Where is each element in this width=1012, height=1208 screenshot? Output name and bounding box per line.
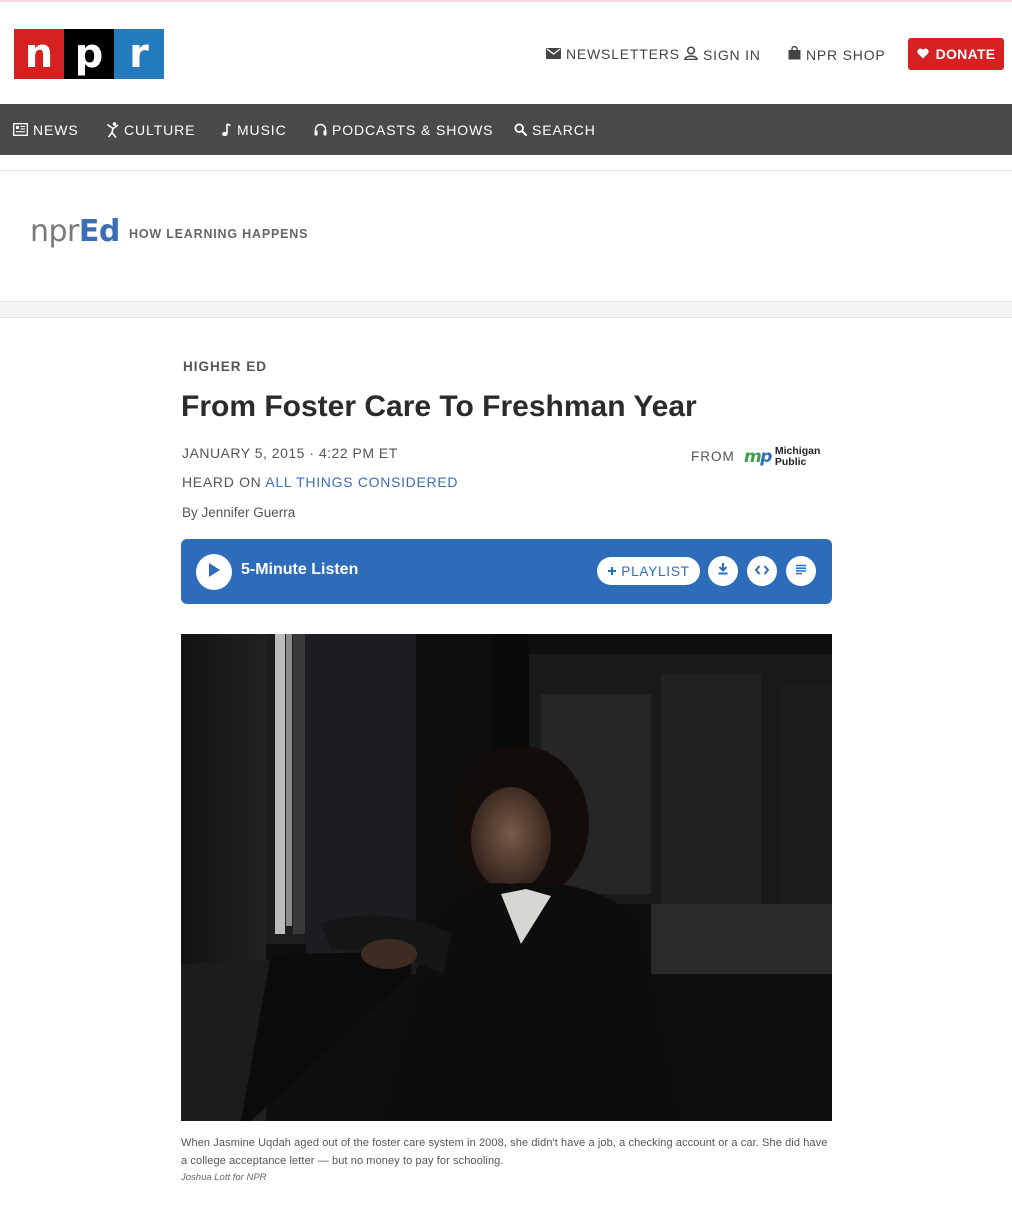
logo-letter-p: p: [64, 29, 114, 79]
donate-button[interactable]: DONATE: [908, 38, 1004, 70]
michigan-public-mark: mp: [744, 446, 772, 467]
transcript-icon: [795, 562, 807, 580]
play-button[interactable]: [196, 554, 232, 590]
newspaper-icon: [13, 123, 28, 136]
headphones-icon: [314, 123, 327, 136]
main-navigation: NEWS CULTURE MUSIC PODCASTS & SHOWS SEAR…: [0, 104, 1012, 155]
show-link[interactable]: ALL THINGS CONSIDERED: [265, 474, 458, 490]
download-button[interactable]: [708, 556, 738, 586]
transcript-button[interactable]: [786, 556, 816, 586]
nav-item-news[interactable]: NEWS: [13, 104, 79, 155]
npr-shop-link[interactable]: NPR SHOP: [788, 45, 886, 63]
plus-icon: [607, 564, 617, 579]
envelope-icon: [546, 46, 561, 62]
nav-label-music: MUSIC: [237, 121, 287, 138]
article-slug[interactable]: HIGHER ED: [183, 359, 267, 374]
article-title: From Foster Care To Freshman Year: [181, 390, 697, 423]
nav-label-search: SEARCH: [532, 121, 596, 138]
listen-duration-label: 5-Minute Listen: [241, 561, 359, 578]
npr-shop-label: NPR SHOP: [806, 46, 886, 63]
npr-ed-logo-prefix: npr: [30, 214, 79, 249]
michigan-public-name: Michigan Public: [774, 445, 821, 469]
sign-in-link[interactable]: SIGN IN: [684, 46, 761, 63]
playlist-label: PLAYLIST: [621, 563, 690, 579]
audio-player: 5-Minute Listen PLAYLIST: [181, 539, 832, 604]
section-divider-band: [0, 301, 1012, 318]
station-name-line2: Public: [774, 456, 807, 469]
nav-item-podcasts-shows[interactable]: PODCASTS & SHOWS: [314, 104, 493, 155]
logo-letter-r: r: [114, 29, 164, 79]
logo-letter-n: n: [14, 29, 64, 79]
shopping-bag-icon: [788, 45, 801, 63]
embed-button[interactable]: [747, 556, 777, 586]
photo-credit: Joshua Lott for NPR: [181, 1172, 267, 1183]
sign-in-label: SIGN IN: [703, 46, 761, 63]
download-icon: [717, 562, 729, 580]
npr-logo[interactable]: n p r: [14, 29, 164, 79]
nav-item-search[interactable]: SEARCH: [514, 104, 596, 155]
newsletters-link[interactable]: NEWSLETTERS: [546, 46, 680, 62]
donate-label: DONATE: [935, 46, 996, 62]
from-label: FROM: [691, 449, 735, 464]
nav-item-culture[interactable]: CULTURE: [107, 104, 195, 155]
npr-ed-logo-suffix: Ed: [78, 214, 120, 249]
article-date: JANUARY 5, 2015 · 4:22 PM ET: [182, 445, 398, 461]
music-note-icon: [221, 122, 232, 137]
divider: [0, 170, 1012, 171]
nav-label-culture: CULTURE: [124, 121, 196, 138]
site-header: n p r NEWSLETTERS SIGN IN NPR SHOP DONAT…: [0, 2, 1012, 104]
play-icon: [207, 562, 221, 583]
nav-label-podcasts-shows: PODCASTS & SHOWS: [332, 121, 494, 138]
npr-ed-logo[interactable]: npr Ed: [30, 214, 120, 249]
search-icon: [514, 123, 527, 136]
byline-prefix: By: [182, 505, 202, 520]
photo-caption: When Jasmine Uqdah aged out of the foste…: [181, 1137, 828, 1167]
heard-on-prefix: HEARD ON: [182, 474, 266, 490]
newsletters-label: NEWSLETTERS: [566, 46, 680, 62]
author-link[interactable]: Jennifer Guerra: [202, 505, 296, 520]
byline: By Jennifer Guerra: [182, 505, 295, 520]
photo-portrait-image: [181, 634, 832, 1121]
nav-item-music[interactable]: MUSIC: [221, 104, 287, 155]
embed-code-icon: [754, 562, 770, 580]
article-photo[interactable]: [181, 634, 832, 1121]
section-tagline: HOW LEARNING HAPPENS: [129, 227, 309, 241]
nav-label-news: NEWS: [33, 121, 79, 138]
michigan-public-logo[interactable]: mp Michigan Public: [744, 445, 821, 469]
dancer-icon: [107, 121, 119, 138]
user-icon: [684, 46, 698, 63]
add-to-playlist-button[interactable]: PLAYLIST: [597, 557, 700, 585]
heart-icon: [916, 46, 929, 62]
heard-on: HEARD ON ALL THINGS CONSIDERED: [182, 474, 458, 490]
